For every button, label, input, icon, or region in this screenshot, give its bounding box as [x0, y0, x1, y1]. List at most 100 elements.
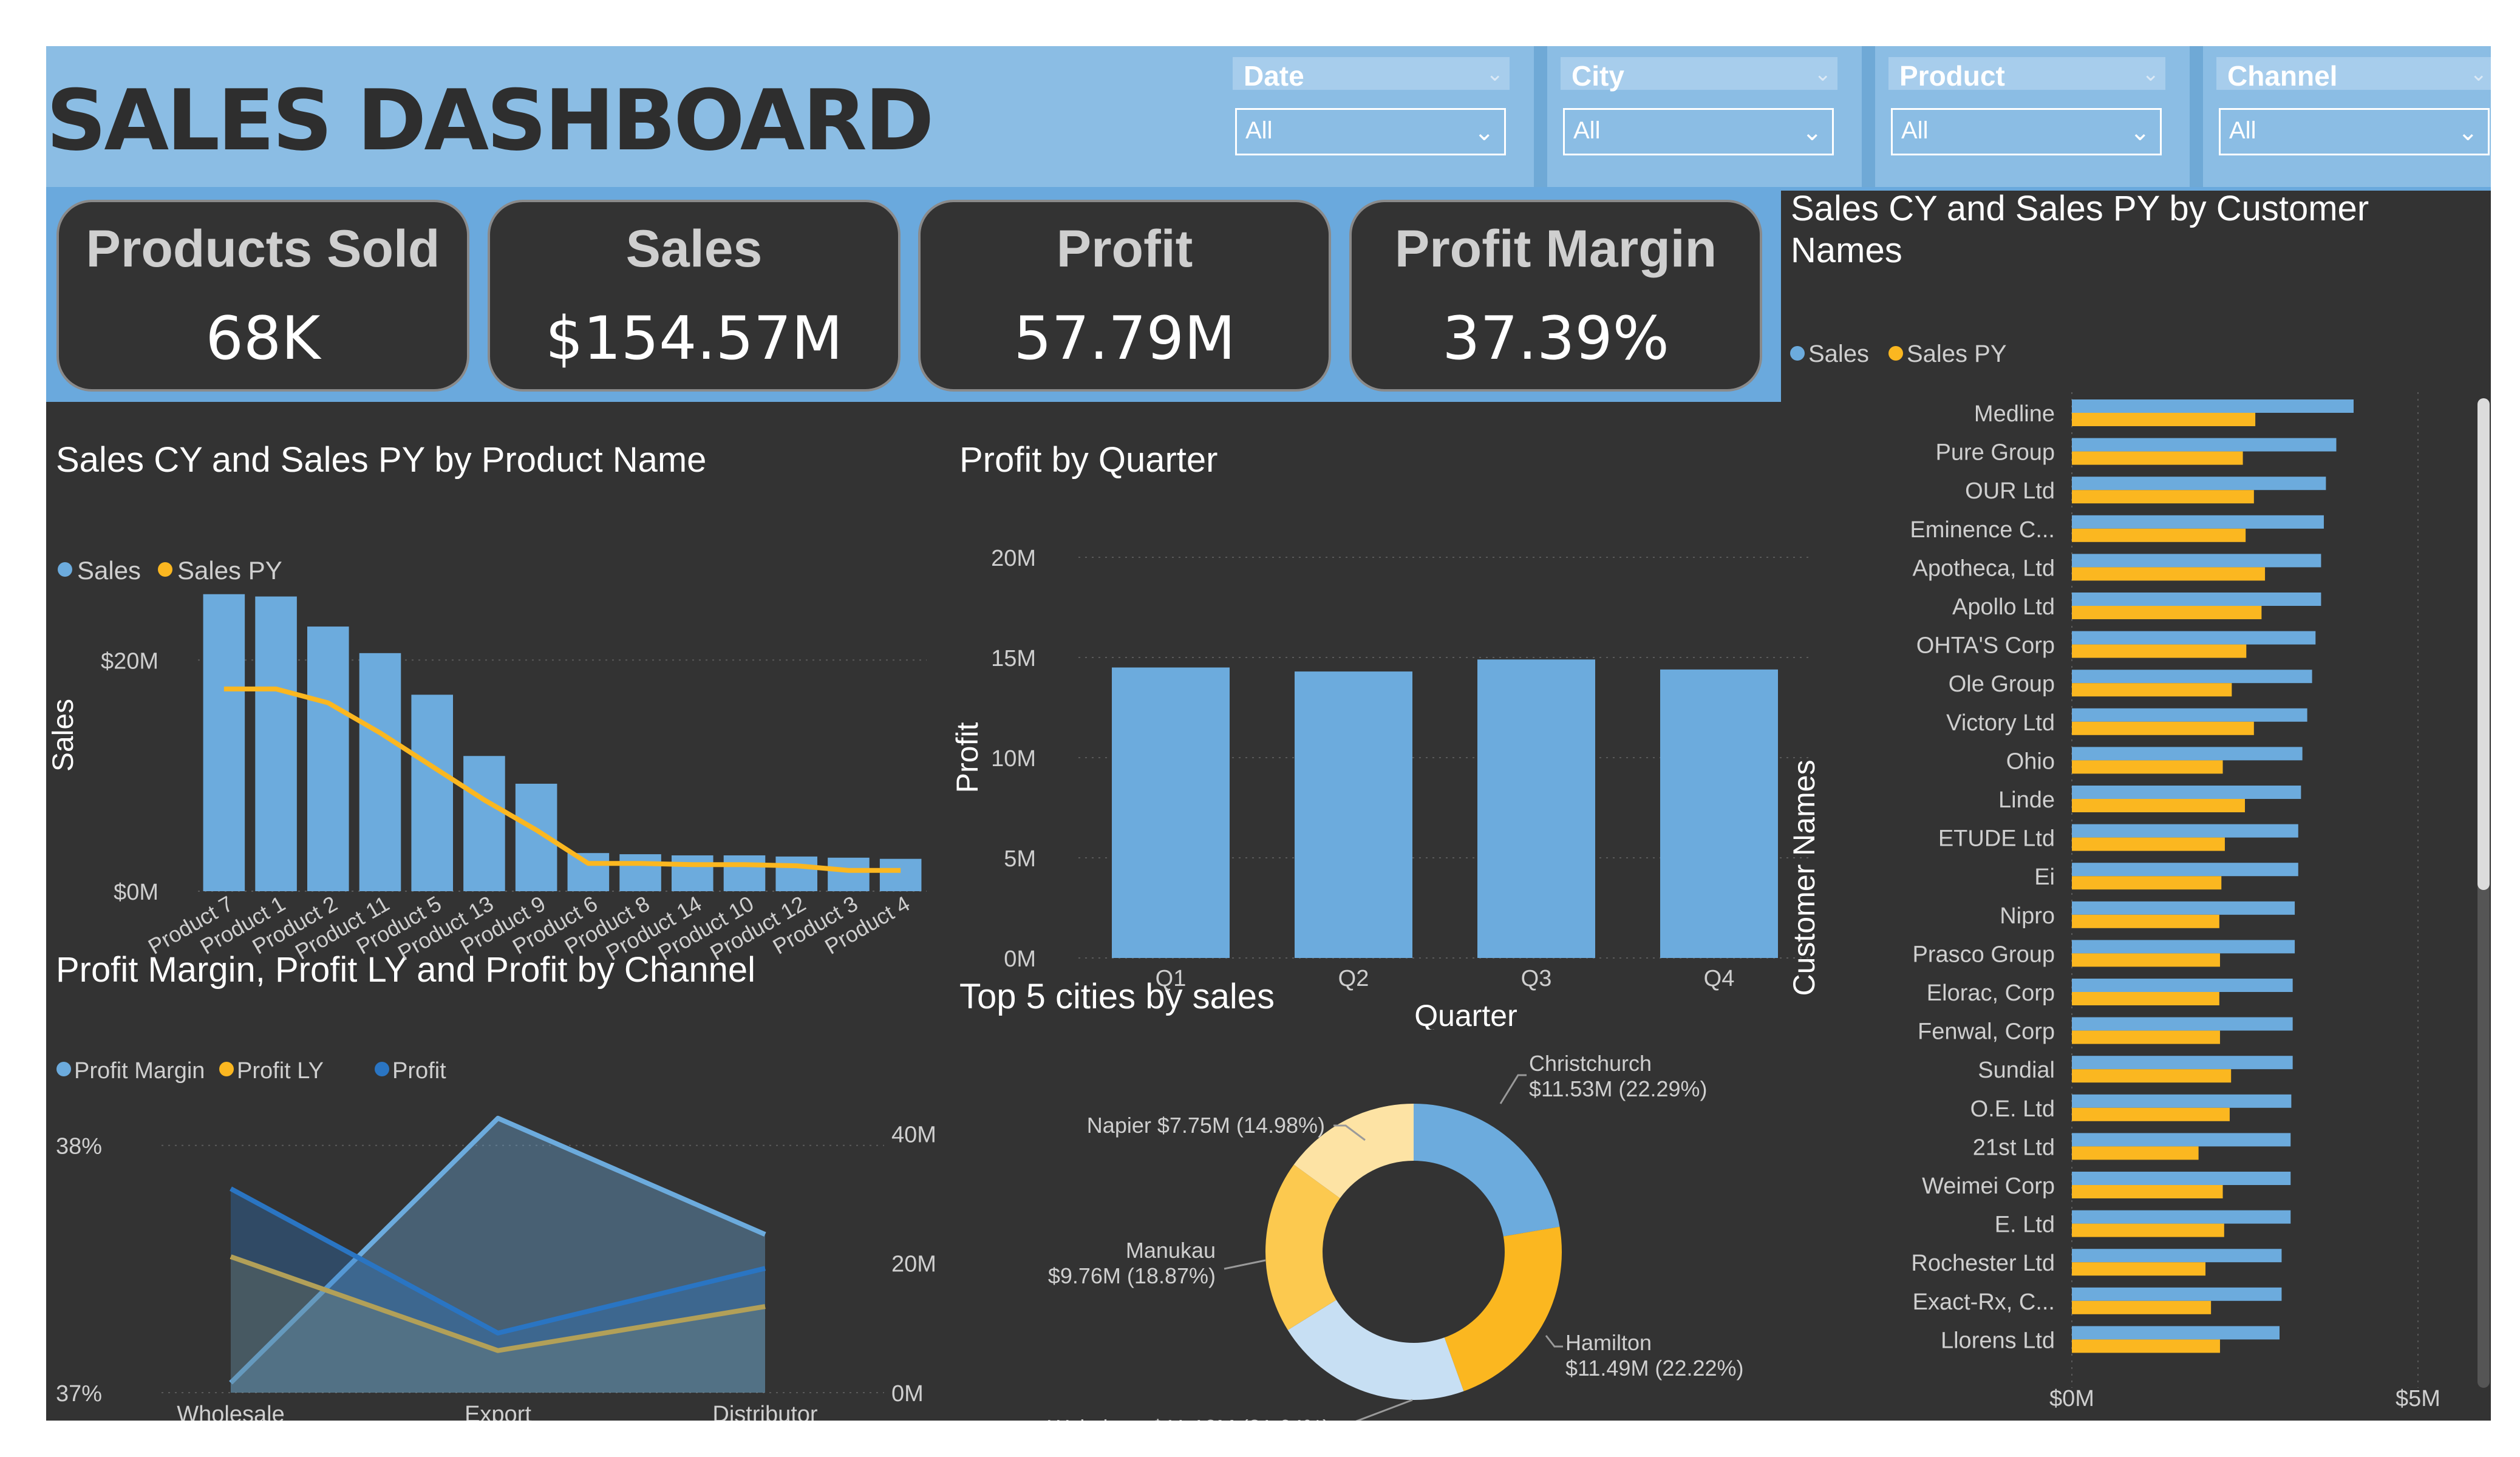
bar-sales[interactable] [307, 627, 349, 891]
bar-sales-py[interactable] [2072, 567, 2266, 581]
bar-profit[interactable] [1660, 669, 1778, 958]
kpi-card-profit-margin[interactable]: Profit Margin 37.39% [1349, 200, 1762, 392]
bar-sales-py[interactable] [2072, 1185, 2223, 1198]
bar-sales-py[interactable] [2072, 1223, 2224, 1237]
bar-sales-py[interactable] [2072, 721, 2254, 735]
y-tick-label: Apotheca, Ltd [1912, 555, 2055, 581]
cities-chart: Christchurch$11.53M (22.29%) Hamilton$11.… [1048, 1051, 1744, 1421]
legend-sales-label: Sales [1808, 341, 1869, 367]
bar-sales-py[interactable] [2072, 413, 2256, 426]
bar-sales[interactable] [723, 855, 766, 891]
bar-sales[interactable] [2072, 940, 2295, 954]
bar-sales[interactable] [463, 756, 505, 891]
bar-sales-py[interactable] [2072, 644, 2247, 658]
bar-sales[interactable] [2072, 786, 2301, 799]
bar-sales[interactable] [775, 856, 817, 891]
bar-profit[interactable] [1295, 671, 1412, 958]
scrollbar-thumb[interactable] [2477, 398, 2490, 890]
bar-sales-py[interactable] [2072, 914, 2219, 928]
bar-sales-py[interactable] [2072, 1146, 2199, 1160]
bar-sales[interactable] [2072, 438, 2337, 452]
bar-sales[interactable] [2072, 631, 2316, 645]
chevron-down-icon[interactable]: ⌄ [2130, 118, 2150, 146]
bar-sales[interactable] [2072, 824, 2298, 838]
bar-sales-py[interactable] [2072, 1030, 2220, 1044]
bar-sales-py[interactable] [2072, 992, 2219, 1005]
bar-sales[interactable] [2072, 1326, 2280, 1340]
chevron-down-icon[interactable]: ⌄ [1474, 118, 1494, 146]
bar-sales-py[interactable] [2072, 876, 2222, 890]
kpi-card-products-sold[interactable]: Products Sold 68K [56, 200, 469, 392]
y-right-tick-label: 40M [891, 1122, 936, 1147]
chevron-down-icon[interactable]: ⌄ [1802, 118, 1822, 146]
bar-sales-py[interactable] [2072, 799, 2245, 812]
x-tick-label: $0M [2049, 1386, 2094, 1411]
bar-sales[interactable] [672, 855, 713, 891]
kpi-value: $154.57M [545, 304, 843, 373]
bar-sales-py[interactable] [2072, 528, 2246, 542]
product-dropdown[interactable]: All ⌄ [1891, 108, 2162, 155]
bar-sales[interactable] [567, 853, 610, 891]
bar-profit[interactable] [1477, 659, 1595, 958]
city-dropdown[interactable]: All ⌄ [1563, 108, 1834, 155]
bar-sales[interactable] [2072, 593, 2321, 606]
bar-sales-py[interactable] [2072, 606, 2262, 619]
kpi-card-sales[interactable]: Sales $154.57M [488, 200, 901, 392]
kpi-card-profit[interactable]: Profit 57.79M [918, 200, 1331, 392]
bar-sales-py[interactable] [2072, 1339, 2220, 1353]
bar-sales[interactable] [2072, 1172, 2291, 1185]
chevron-down-icon[interactable]: ⌄ [2457, 118, 2478, 146]
y-tick-label: OHTA'S Corp [1916, 633, 2055, 659]
bar-sales[interactable] [2072, 670, 2312, 684]
bar-sales-py[interactable] [2072, 1107, 2230, 1121]
bar-sales[interactable] [2072, 1210, 2291, 1224]
date-dropdown[interactable]: All ⌄ [1235, 108, 1506, 155]
bar-sales-py[interactable] [2072, 683, 2232, 697]
legend-sales-marker [58, 562, 72, 577]
bar-sales[interactable] [2072, 1017, 2293, 1031]
bar-sales[interactable] [2072, 1133, 2291, 1147]
bar-sales[interactable] [879, 858, 922, 891]
bar-sales-py[interactable] [2072, 1262, 2206, 1276]
bar-sales[interactable] [255, 596, 297, 891]
bar-profit[interactable] [1112, 667, 1230, 959]
bar-sales[interactable] [2072, 1287, 2282, 1301]
bar-sales[interactable] [2072, 979, 2293, 992]
bar-sales[interactable] [2072, 863, 2298, 877]
bar-sales-py[interactable] [2072, 953, 2220, 967]
bar-sales-py[interactable] [2072, 451, 2243, 465]
channel-dropdown[interactable]: All ⌄ [2219, 108, 2490, 155]
bar-sales[interactable] [2072, 901, 2295, 915]
bar-sales-py[interactable] [2072, 1069, 2232, 1083]
bar-sales[interactable] [2072, 1094, 2292, 1108]
bar-sales[interactable] [2072, 477, 2326, 491]
y-tick-label: Weimei Corp [1922, 1173, 2055, 1199]
bar-sales[interactable] [2072, 399, 2354, 413]
bar-sales-py[interactable] [2072, 490, 2254, 504]
y-tick-label: Sundial [1978, 1058, 2055, 1083]
y-tick-label: Fenwal, Corp [1918, 1019, 2055, 1045]
legend-marker [56, 1062, 71, 1076]
donut-slice-hamilton[interactable] [1444, 1226, 1562, 1391]
bar-sales[interactable] [2072, 708, 2307, 722]
bar-sales[interactable] [619, 854, 661, 891]
slicer-city: City ⌄ All ⌄ [1550, 46, 1853, 187]
y-axis-title: Sales [47, 699, 80, 772]
donut-slice-waitakere[interactable] [1287, 1300, 1464, 1400]
bar-sales[interactable] [2072, 515, 2324, 529]
bar-sales[interactable] [828, 857, 870, 891]
bar-sales[interactable] [2072, 747, 2303, 761]
bar-sales[interactable] [411, 695, 453, 891]
y-left-tick-label: 38% [56, 1134, 102, 1160]
bar-sales[interactable] [2072, 1249, 2282, 1263]
leader-line [1545, 1335, 1563, 1348]
bar-sales-py[interactable] [2072, 1300, 2212, 1314]
bar-sales[interactable] [359, 653, 401, 891]
donut-slice-christchurch[interactable] [1414, 1104, 1560, 1237]
bar-sales[interactable] [2072, 1056, 2293, 1070]
bar-sales-py[interactable] [2072, 760, 2223, 774]
bar-sales[interactable] [2072, 554, 2321, 568]
bar-sales[interactable] [203, 594, 245, 891]
bar-sales-py[interactable] [2072, 837, 2225, 851]
kpi-label: Profit Margin [1394, 220, 1717, 278]
